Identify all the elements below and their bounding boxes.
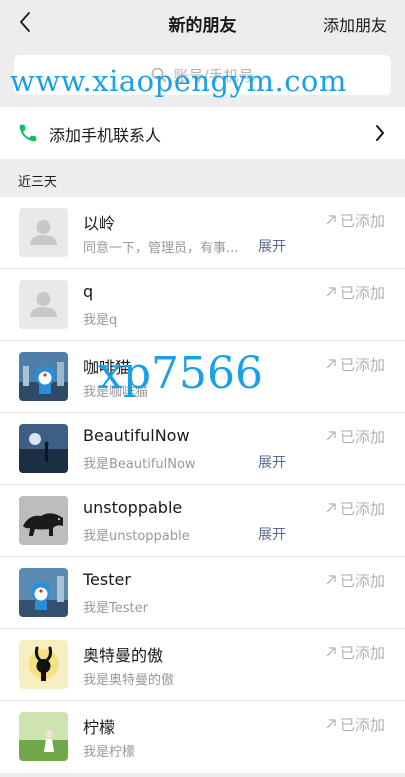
added-status-label: 已添加 [339, 284, 385, 302]
added-status-label: 已添加 [339, 428, 385, 446]
friend-name: 奥特曼的傲 [83, 646, 164, 665]
doraemon-city-avatar [19, 568, 68, 617]
outgoing-arrow-icon [326, 719, 336, 729]
added-status: 已添加 [325, 282, 385, 303]
outgoing-arrow-icon [326, 215, 336, 225]
added-status-label: 已添加 [339, 644, 385, 662]
added-status: 已添加 [325, 714, 385, 735]
added-status: 已添加 [325, 498, 385, 519]
friend-name: 咖啡猫 [83, 358, 132, 377]
friend-message: 我是咖啡猫 [83, 385, 149, 400]
outgoing-arrow-icon [326, 647, 336, 657]
friend-name: BeautifulNow [83, 426, 190, 445]
add-friend-button[interactable]: 添加朋友 [323, 12, 387, 36]
search-bar: 账号/手机号 [0, 46, 405, 106]
search-icon [152, 67, 167, 83]
search-input[interactable]: 账号/手机号 [14, 55, 391, 95]
add-phone-contacts-row[interactable]: 添加手机联系人 [0, 107, 405, 159]
meadow-girl-avatar [19, 712, 68, 761]
panther-avatar [19, 496, 68, 545]
friend-name: Tester [83, 570, 131, 589]
friend-name: q [83, 282, 94, 301]
added-status-label: 已添加 [339, 572, 385, 590]
friend-request-list: 以岭 同意一下，管理员，有事... 展开 已添加 q 我是q 已添加 咖啡猫 我… [0, 197, 405, 773]
friend-message: 我是BeautifulNow [83, 457, 196, 472]
search-placeholder: 账号/手机号 [173, 67, 254, 85]
outgoing-arrow-icon [326, 431, 336, 441]
navigation-bar: 新的朋友 添加朋友 [0, 0, 405, 46]
phone-icon [17, 122, 39, 148]
added-status-label: 已添加 [339, 212, 385, 230]
friend-message: 我是unstoppable [83, 529, 190, 544]
expand-link[interactable]: 展开 [258, 236, 286, 256]
sky-silhouette-avatar [19, 424, 68, 473]
default-avatar [19, 280, 68, 329]
list-item[interactable]: 奥特曼的傲 我是奥特曼的傲 已添加 [0, 629, 405, 701]
friend-message: 我是柠檬 [83, 745, 136, 760]
outgoing-arrow-icon [326, 503, 336, 513]
added-status: 已添加 [325, 210, 385, 231]
add-phone-contacts-label: 添加手机联系人 [49, 126, 162, 145]
added-status: 已添加 [325, 354, 385, 375]
list-item[interactable]: 以岭 同意一下，管理员，有事... 展开 已添加 [0, 197, 405, 269]
added-status: 已添加 [325, 570, 385, 591]
friend-message: 我是奥特曼的傲 [83, 673, 175, 688]
expand-link[interactable]: 展开 [258, 524, 286, 544]
added-status: 已添加 [325, 642, 385, 663]
list-item[interactable]: 柠檬 我是柠檬 已添加 [0, 701, 405, 773]
list-item[interactable]: BeautifulNow 我是BeautifulNow 展开 已添加 [0, 413, 405, 485]
added-status: 已添加 [325, 426, 385, 447]
friend-message: 我是q [83, 313, 118, 328]
outgoing-arrow-icon [326, 359, 336, 369]
list-item[interactable]: 咖啡猫 我是咖啡猫 已添加 [0, 341, 405, 413]
friend-name: 柠檬 [83, 718, 116, 737]
back-icon[interactable] [14, 10, 38, 34]
friend-message: 我是Tester [83, 601, 148, 616]
chevron-right-icon [375, 124, 385, 146]
friend-name: 以岭 [83, 214, 116, 233]
added-status-label: 已添加 [339, 716, 385, 734]
outgoing-arrow-icon [326, 287, 336, 297]
friend-message: 同意一下，管理员，有事... [83, 241, 239, 256]
list-item[interactable]: Tester 我是Tester 已添加 [0, 557, 405, 629]
expand-link[interactable]: 展开 [258, 452, 286, 472]
section-header: 近三天 [0, 159, 405, 197]
friend-name: unstoppable [83, 498, 183, 517]
doraemon-city-avatar [19, 352, 68, 401]
section-label: 近三天 [18, 175, 58, 190]
list-item[interactable]: q 我是q 已添加 [0, 269, 405, 341]
outgoing-arrow-icon [326, 575, 336, 585]
list-item[interactable]: unstoppable 我是unstoppable 展开 已添加 [0, 485, 405, 557]
added-status-label: 已添加 [339, 500, 385, 518]
default-avatar [19, 208, 68, 257]
added-status-label: 已添加 [339, 356, 385, 374]
bunny-silhouette-avatar [19, 640, 68, 689]
